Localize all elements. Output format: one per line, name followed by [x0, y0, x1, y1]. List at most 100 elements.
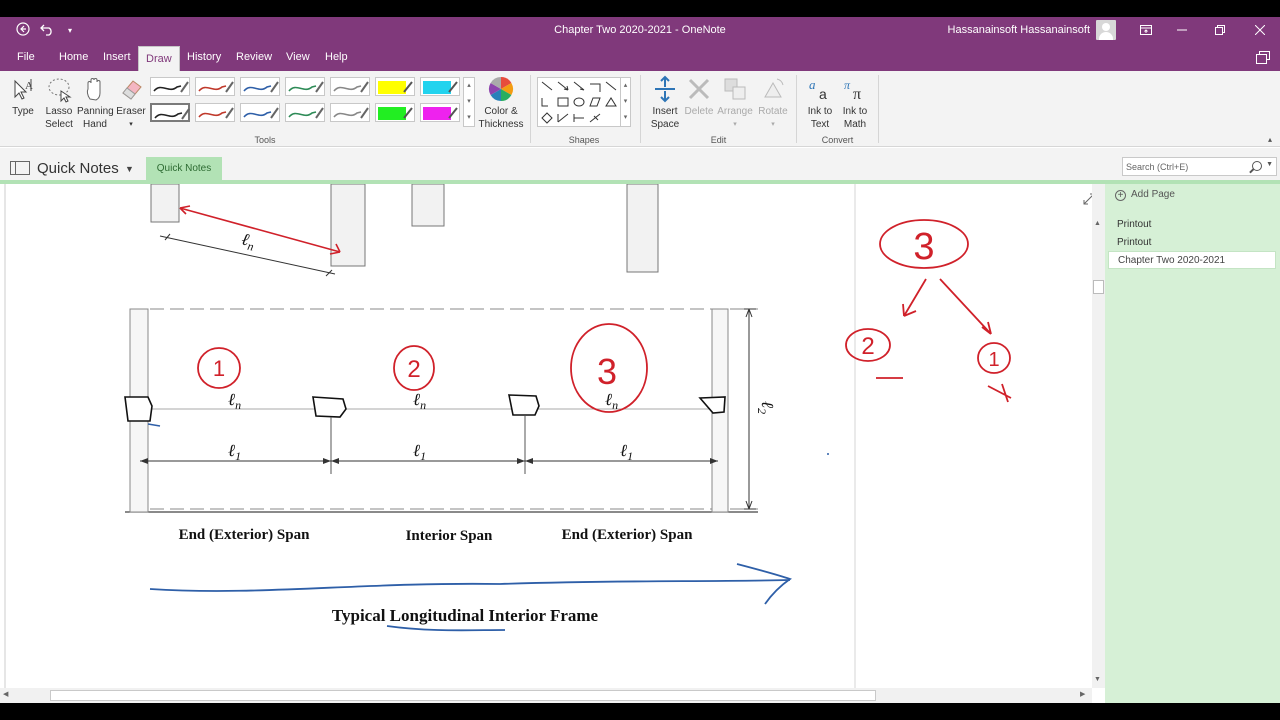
tab-draw[interactable]: Draw	[138, 46, 180, 71]
svg-text:A: A	[25, 80, 33, 92]
tab-home[interactable]: Home	[52, 44, 95, 71]
pen-swatch[interactable]	[285, 103, 325, 122]
svg-text:Typical Longitudinal Interior: Typical Longitudinal Interior Frame	[332, 606, 599, 625]
horizontal-scrollbar[interactable]: ◀ ▶	[0, 688, 1092, 703]
scroll-down-icon[interactable]: ▼	[1094, 676, 1101, 683]
svg-text:ℓ1: ℓ1	[228, 441, 241, 463]
search-input[interactable]: Search (Ctrl+E) ▼	[1122, 157, 1277, 176]
tab-insert[interactable]: Insert	[96, 44, 138, 71]
pen-swatch[interactable]	[240, 77, 280, 96]
pen-swatch[interactable]	[240, 103, 280, 122]
collapse-ribbon-icon[interactable]: ▴	[1268, 135, 1272, 144]
shapes-gallery-scroll[interactable]: ▴ ▾ ▾	[620, 77, 631, 127]
type-icon: A	[9, 75, 37, 103]
arrange-button[interactable]: Arrange ▾	[716, 75, 754, 131]
pen-gallery-scroll[interactable]: ▴ ▾ ▾	[463, 77, 475, 127]
scroll-up-icon[interactable]: ▲	[1094, 220, 1101, 227]
scrollbar-thumb[interactable]	[1093, 280, 1104, 294]
shapes-gallery[interactable]	[537, 77, 631, 127]
group-tools-label: Tools	[254, 135, 276, 145]
page-item[interactable]: Printout	[1108, 234, 1276, 252]
insert-space-button[interactable]: Insert Space	[647, 75, 683, 131]
pen-swatch[interactable]	[330, 103, 370, 122]
group-edit-label: Edit	[710, 135, 727, 145]
svg-text:3: 3	[913, 226, 934, 268]
svg-text:End (Exterior) Span: End (Exterior) Span	[179, 527, 311, 543]
chevron-down-icon: ▾	[129, 121, 133, 128]
ribbon-tabs: File Home Insert Draw History Review Vie…	[0, 44, 1280, 71]
pen-swatch[interactable]	[195, 103, 235, 122]
notebook-bar: Quick Notes ▼ Quick Notes Search (Ctrl+E…	[0, 148, 1280, 182]
ink-to-text-button[interactable]: aa Ink to Text	[803, 75, 837, 131]
tab-file[interactable]: File	[10, 44, 42, 71]
separator	[640, 75, 641, 143]
rotate-button[interactable]: Rotate ▾	[756, 75, 790, 131]
tab-review[interactable]: Review	[229, 44, 279, 71]
scroll-left-icon[interactable]: ◀	[3, 690, 8, 698]
ink-to-math-button[interactable]: ππ Ink to Math	[838, 75, 872, 131]
pen-swatch[interactable]	[375, 77, 415, 96]
shapes-icons	[541, 81, 617, 124]
lasso-select-button[interactable]: Lasso Select	[43, 75, 75, 131]
svg-text:ℓn: ℓn	[228, 390, 241, 412]
chevron-down-icon: ▾	[771, 121, 775, 128]
scrollbar-thumb[interactable]	[50, 690, 876, 701]
onenote-window: ▾ Chapter Two 2020-2021 - OneNote Hassan…	[0, 0, 1280, 720]
pen-swatch[interactable]	[420, 103, 460, 122]
avatar[interactable]	[1096, 20, 1116, 40]
ink-to-text-icon: aa	[806, 75, 834, 103]
pages-pane: + Add Page Printout Printout Chapter Two …	[1105, 184, 1280, 703]
user-name[interactable]: Hassanainsoft Hassanainsoft	[948, 24, 1090, 36]
pen-swatch[interactable]	[285, 77, 325, 96]
restore-icon[interactable]	[1210, 21, 1230, 41]
svg-text:End (Exterior) Span: End (Exterior) Span	[562, 527, 694, 543]
notebook-name[interactable]: Quick Notes	[37, 160, 119, 177]
pen-swatch[interactable]	[195, 77, 235, 96]
svg-text:ℓ1: ℓ1	[413, 441, 426, 463]
insert-space-icon	[651, 75, 679, 103]
add-page-button[interactable]: + Add Page	[1115, 189, 1175, 201]
group-convert-label: Convert	[821, 135, 854, 145]
close-icon[interactable]	[1250, 21, 1270, 41]
delete-button[interactable]: Delete	[683, 75, 715, 118]
chevron-down-icon[interactable]: ▼	[1266, 161, 1273, 168]
letterbox-top	[0, 0, 1280, 17]
expand-icon[interactable]	[1083, 193, 1092, 205]
type-button[interactable]: A Type	[8, 75, 38, 118]
pen-swatch[interactable]	[375, 103, 415, 122]
page-item[interactable]: Printout	[1108, 216, 1276, 234]
lasso-icon	[45, 75, 73, 103]
ribbon-display-icon[interactable]	[1136, 21, 1156, 41]
tab-view[interactable]: View	[279, 44, 317, 71]
tab-help[interactable]: Help	[318, 44, 355, 71]
scroll-right-icon[interactable]: ▶	[1080, 690, 1085, 698]
page-canvas[interactable]: ℓn ℓn ℓn ℓn ℓ1 ℓ1 ℓ1 ℓ2 1 2 3 3 2 1 End …	[0, 184, 1092, 688]
hand-icon	[81, 75, 109, 103]
minimize-icon[interactable]	[1172, 21, 1192, 41]
svg-text:ℓ1: ℓ1	[620, 441, 633, 463]
vertical-scrollbar[interactable]: ▲ ▼	[1092, 184, 1105, 688]
panning-hand-button[interactable]: Panning Hand	[77, 75, 114, 131]
svg-text:1: 1	[988, 349, 999, 371]
svg-text:a: a	[819, 86, 827, 102]
section-tab-quick-notes[interactable]: Quick Notes	[146, 157, 222, 182]
delete-icon	[685, 75, 713, 103]
svg-text:2: 2	[407, 356, 420, 383]
pen-swatch[interactable]	[420, 77, 460, 96]
color-thickness-button[interactable]: Color & Thickness	[476, 75, 526, 131]
page-item-selected[interactable]: Chapter Two 2020-2021	[1108, 251, 1276, 269]
add-icon: +	[1115, 190, 1126, 201]
svg-text:ℓn: ℓn	[605, 390, 618, 412]
group-shapes-label: Shapes	[568, 135, 600, 145]
pen-swatch[interactable]	[150, 77, 190, 96]
note-drawing: ℓn ℓn ℓn ℓn ℓ1 ℓ1 ℓ1 ℓ2 1 2 3 3 2 1 End …	[4, 184, 1092, 688]
pen-swatch[interactable]	[330, 77, 370, 96]
notebook-icon[interactable]	[10, 161, 30, 175]
search-icon[interactable]	[1252, 161, 1262, 171]
svg-text:π: π	[844, 78, 851, 92]
share-icon[interactable]	[1256, 51, 1270, 69]
tab-history[interactable]: History	[180, 44, 228, 71]
pen-swatch[interactable]	[150, 103, 190, 122]
eraser-button[interactable]: Eraser ▾	[114, 75, 148, 131]
chevron-down-icon[interactable]: ▼	[125, 164, 134, 174]
